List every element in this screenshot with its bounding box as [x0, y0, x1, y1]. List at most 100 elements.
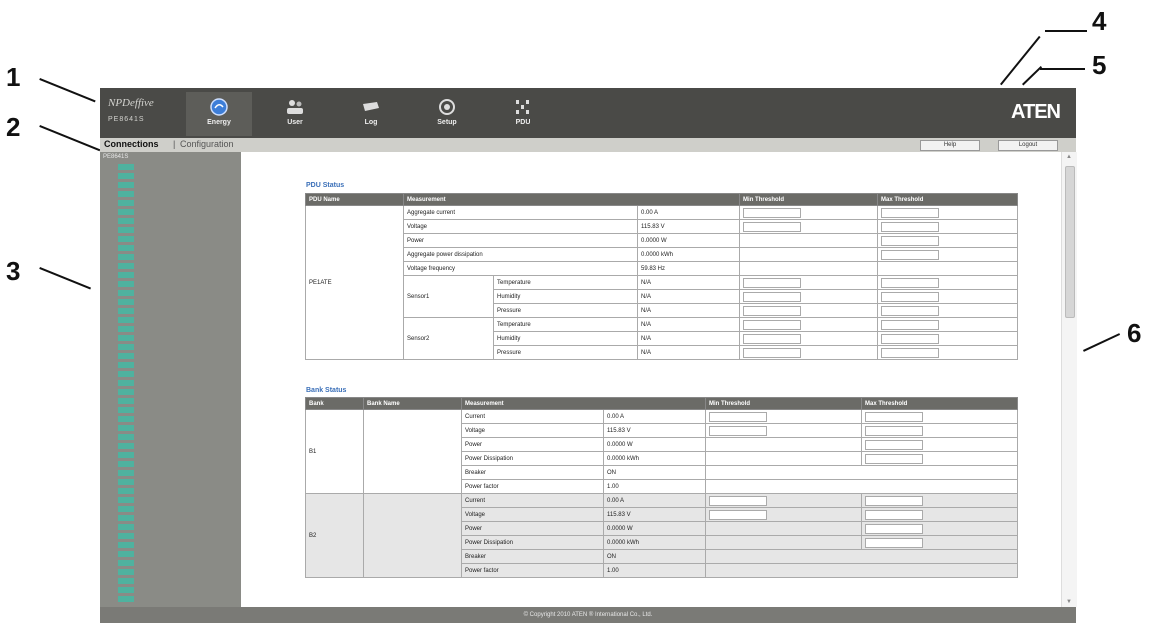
min-threshold-input[interactable] — [709, 411, 767, 422]
min-threshold-input[interactable] — [743, 319, 802, 330]
outlet-tree-item[interactable] — [118, 524, 134, 530]
max-threshold-input[interactable] — [865, 509, 923, 520]
outlet-tree-item[interactable] — [118, 497, 134, 503]
outlet-tree-item[interactable] — [118, 506, 134, 512]
tab-connections[interactable]: Connections — [104, 139, 159, 149]
outlet-tree-item[interactable] — [118, 182, 134, 188]
outlet-tree-item[interactable] — [118, 281, 134, 287]
sub-menu-bar: Connections | Configuration Help Logout — [100, 138, 1076, 152]
scroll-down-icon[interactable]: ▼ — [1066, 599, 1072, 605]
outlet-tree-item[interactable] — [118, 173, 134, 179]
outlet-tree-item[interactable] — [118, 290, 134, 296]
max-threshold-input[interactable] — [881, 347, 940, 358]
outlet-tree-item[interactable] — [118, 479, 134, 485]
outlet-tree-item[interactable] — [118, 236, 134, 242]
nav-log[interactable]: Log — [338, 92, 404, 136]
outlet-tree-item[interactable] — [118, 515, 134, 521]
outlet-tree-item[interactable] — [118, 308, 134, 314]
min-threshold-input[interactable] — [743, 277, 802, 288]
outlet-tree-item[interactable] — [118, 227, 134, 233]
outlet-tree-item[interactable] — [118, 200, 134, 206]
min-threshold-input[interactable] — [743, 221, 802, 232]
min-threshold-input[interactable] — [743, 207, 802, 218]
min-threshold-input[interactable] — [709, 495, 767, 506]
outlet-tree-item[interactable] — [118, 209, 134, 215]
outlet-tree-item[interactable] — [118, 380, 134, 386]
max-threshold-input[interactable] — [881, 207, 940, 218]
tab-configuration[interactable]: Configuration — [180, 139, 234, 149]
measurement-label: Current — [461, 409, 604, 424]
outlet-tree-item[interactable] — [118, 551, 134, 557]
outlet-tree-item[interactable] — [118, 560, 134, 566]
header-max-threshold: Max Threshold — [861, 397, 1018, 410]
min-threshold-input[interactable] — [709, 425, 767, 436]
max-threshold-input[interactable] — [881, 277, 940, 288]
outlet-tree-item[interactable] — [118, 254, 134, 260]
outlet-tree-item[interactable] — [118, 533, 134, 539]
min-threshold-input[interactable] — [743, 305, 802, 316]
outlet-tree-item[interactable] — [118, 371, 134, 377]
outlet-tree-item[interactable] — [118, 335, 134, 341]
nav-energy[interactable]: Energy — [186, 92, 252, 136]
max-threshold-input[interactable] — [881, 249, 940, 260]
max-threshold-input[interactable] — [865, 495, 923, 506]
min-threshold-input[interactable] — [743, 291, 802, 302]
outlet-tree-item[interactable] — [118, 434, 134, 440]
max-threshold-input[interactable] — [865, 425, 923, 436]
vertical-scrollbar[interactable]: ▲ ▼ — [1061, 152, 1077, 607]
nav-setup[interactable]: Setup — [414, 92, 480, 136]
outlet-tree-item[interactable] — [118, 389, 134, 395]
max-threshold-input[interactable] — [865, 537, 923, 548]
sidebar-device-name[interactable]: PE8641S — [103, 154, 128, 160]
outlet-tree-item[interactable] — [118, 272, 134, 278]
measurement-label: Current — [461, 493, 604, 508]
outlet-tree-item[interactable] — [118, 425, 134, 431]
outlet-tree-item[interactable] — [118, 488, 134, 494]
outlet-tree-item[interactable] — [118, 218, 134, 224]
outlet-tree-item[interactable] — [118, 263, 134, 269]
outlet-tree-item[interactable] — [118, 596, 134, 602]
outlet-tree-item[interactable] — [118, 299, 134, 305]
outlet-tree-item[interactable] — [118, 317, 134, 323]
outlet-tree-item[interactable] — [118, 326, 134, 332]
outlet-tree-item[interactable] — [118, 578, 134, 584]
outlet-tree-item[interactable] — [118, 398, 134, 404]
outlet-tree-item[interactable] — [118, 362, 134, 368]
nav-user[interactable]: User — [262, 92, 328, 136]
min-threshold-cell — [705, 493, 862, 508]
max-threshold-input[interactable] — [881, 221, 940, 232]
max-threshold-input[interactable] — [865, 523, 923, 534]
scroll-up-icon[interactable]: ▲ — [1066, 154, 1072, 160]
max-threshold-input[interactable] — [881, 291, 940, 302]
outlet-tree-item[interactable] — [118, 164, 134, 170]
max-threshold-input[interactable] — [881, 319, 940, 330]
max-threshold-input[interactable] — [881, 333, 940, 344]
outlet-tree-item[interactable] — [118, 191, 134, 197]
max-threshold-input[interactable] — [865, 411, 923, 422]
outlet-tree-item[interactable] — [118, 569, 134, 575]
max-threshold-input[interactable] — [881, 305, 940, 316]
outlet-tree-item[interactable] — [118, 407, 134, 413]
min-threshold-input[interactable] — [709, 509, 767, 520]
scrollbar-thumb[interactable] — [1065, 166, 1075, 318]
outlet-tree-item[interactable] — [118, 353, 134, 359]
min-threshold-cell — [705, 451, 862, 466]
outlet-tree-item[interactable] — [118, 470, 134, 476]
min-threshold-input[interactable] — [743, 333, 802, 344]
min-threshold-input[interactable] — [743, 347, 802, 358]
outlet-tree-item[interactable] — [118, 416, 134, 422]
measurement-label: Pressure — [493, 345, 638, 360]
logout-button[interactable]: Logout — [998, 140, 1058, 151]
outlet-tree-item[interactable] — [118, 542, 134, 548]
outlet-tree-item[interactable] — [118, 443, 134, 449]
max-threshold-input[interactable] — [865, 439, 923, 450]
outlet-tree-item[interactable] — [118, 452, 134, 458]
outlet-tree-item[interactable] — [118, 587, 134, 593]
help-button[interactable]: Help — [920, 140, 980, 151]
outlet-tree-item[interactable] — [118, 344, 134, 350]
outlet-tree-item[interactable] — [118, 245, 134, 251]
outlet-tree-item[interactable] — [118, 461, 134, 467]
max-threshold-input[interactable] — [881, 235, 940, 246]
max-threshold-input[interactable] — [865, 453, 923, 464]
nav-pdu[interactable]: PDU — [490, 92, 556, 136]
